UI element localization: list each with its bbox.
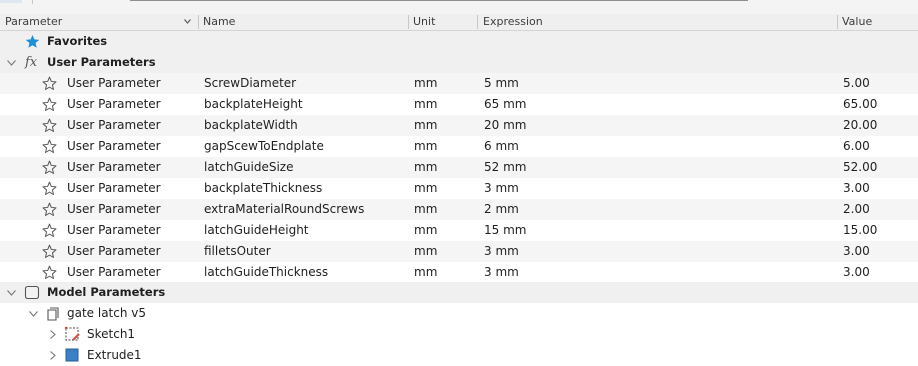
star-filled-icon bbox=[25, 34, 40, 48]
table-row[interactable]: User Parameter ScrewDiameter mm 5 mm 5.00 bbox=[0, 73, 918, 94]
chevron-right-icon[interactable] bbox=[50, 351, 56, 360]
parameter-type: User Parameter bbox=[67, 139, 161, 153]
table-row[interactable]: User Parameter backplateWidth mm 20 mm 20.00 bbox=[0, 115, 918, 136]
column-divider[interactable] bbox=[198, 15, 199, 29]
parameter-value: 65.00 bbox=[843, 97, 878, 111]
parameter-expression[interactable]: 15 mm bbox=[484, 220, 526, 241]
parameter-value: 52.00 bbox=[843, 160, 878, 174]
parameter-type: User Parameter bbox=[67, 223, 161, 237]
function-icon: fx bbox=[25, 55, 38, 70]
user-parameters-label: User Parameters bbox=[47, 55, 156, 69]
model-parameters-label: Model Parameters bbox=[47, 285, 166, 299]
parameter-value: 5.00 bbox=[843, 76, 870, 90]
chevron-down-icon[interactable] bbox=[7, 290, 16, 296]
parameter-type: User Parameter bbox=[67, 76, 161, 90]
table-header: Parameter Name Unit Expression Value bbox=[0, 14, 918, 31]
chevron-down-icon[interactable] bbox=[29, 311, 38, 317]
favorites-label: Favorites bbox=[47, 34, 108, 48]
extrude-row[interactable]: Extrude1 bbox=[0, 345, 918, 366]
sketch-icon bbox=[64, 326, 80, 341]
parameter-expression[interactable]: 65 mm bbox=[484, 94, 526, 115]
chevron-down-icon[interactable] bbox=[184, 19, 191, 24]
parameter-unit: mm bbox=[414, 223, 438, 237]
parameter-unit: mm bbox=[414, 265, 438, 279]
parameter-name: backplateHeight bbox=[204, 97, 303, 111]
scrollbar-track[interactable] bbox=[130, 0, 748, 1]
parameter-name: extraMaterialRoundScrews bbox=[204, 202, 365, 216]
column-divider[interactable] bbox=[837, 15, 838, 29]
user-parameters-section[interactable]: fx User Parameters bbox=[0, 52, 918, 73]
table-row[interactable]: User Parameter backplateThickness mm 3 mm 3.… bbox=[0, 178, 918, 199]
parameter-unit: mm bbox=[414, 160, 438, 174]
parameter-name: backplateWidth bbox=[204, 118, 298, 132]
table-row[interactable]: User Parameter backplateHeight mm 65 mm 65.0… bbox=[0, 94, 918, 115]
parameter-type: User Parameter bbox=[67, 265, 161, 279]
parameter-value: 3.00 bbox=[843, 265, 870, 279]
table-row[interactable]: User Parameter latchGuideSize mm 52 mm 52.00 bbox=[0, 157, 918, 178]
parameter-name: latchGuideSize bbox=[204, 160, 294, 174]
parameter-name: latchGuideThickness bbox=[204, 265, 329, 279]
parameter-expression[interactable]: 52 mm bbox=[484, 157, 526, 178]
parameter-type: User Parameter bbox=[67, 118, 161, 132]
parameter-type: User Parameter bbox=[67, 202, 161, 216]
parameter-expression[interactable]: 5 mm bbox=[484, 73, 519, 94]
parameter-name: filletsOuter bbox=[204, 244, 271, 258]
component-icon bbox=[47, 307, 59, 321]
parameter-type: User Parameter bbox=[67, 181, 161, 195]
parameter-expression[interactable]: 20 mm bbox=[484, 115, 526, 136]
column-header-expression[interactable]: Expression bbox=[483, 14, 543, 30]
parameter-name: ScrewDiameter bbox=[204, 76, 297, 90]
column-header-name[interactable]: Name bbox=[203, 14, 235, 30]
sketch-row[interactable]: Sketch1 bbox=[0, 324, 918, 345]
parameter-unit: mm bbox=[414, 97, 438, 111]
parameter-unit: mm bbox=[414, 181, 438, 195]
model-parameters-section[interactable]: Model Parameters bbox=[0, 282, 918, 303]
extrude-icon bbox=[65, 348, 79, 362]
parameter-unit: mm bbox=[414, 202, 438, 216]
favorites-section[interactable]: Favorites bbox=[0, 31, 918, 52]
parameter-name: gapScewToEndplate bbox=[204, 139, 324, 153]
parameter-expression[interactable]: 3 mm bbox=[484, 241, 519, 262]
parameter-unit: mm bbox=[414, 118, 438, 132]
parameter-value: 15.00 bbox=[843, 223, 878, 237]
parameter-value: 6.00 bbox=[843, 139, 870, 153]
parameter-name: latchGuideHeight bbox=[204, 223, 309, 237]
parameter-expression[interactable]: 3 mm bbox=[484, 262, 519, 283]
parameter-unit: mm bbox=[414, 139, 438, 153]
extrude-label: Extrude1 bbox=[87, 348, 142, 362]
table-row[interactable]: User Parameter extraMaterialRoundScrews mm… bbox=[0, 199, 918, 220]
parameter-unit: mm bbox=[414, 244, 438, 258]
sketch-label: Sketch1 bbox=[87, 327, 136, 341]
parameter-type: User Parameter bbox=[67, 97, 161, 111]
divider bbox=[32, 0, 33, 4]
column-divider[interactable] bbox=[477, 15, 478, 29]
table-row[interactable]: User Parameter filletsOuter mm 3 mm 3.00 bbox=[0, 241, 918, 262]
parameter-type: User Parameter bbox=[67, 244, 161, 258]
parameter-type: User Parameter bbox=[67, 160, 161, 174]
parameter-name: backplateThickness bbox=[204, 181, 323, 195]
table-row[interactable]: User Parameter latchGuideThickness mm 3 mm 3… bbox=[0, 262, 918, 283]
column-divider[interactable] bbox=[408, 15, 409, 29]
parameter-value: 3.00 bbox=[843, 181, 870, 195]
column-header-parameter[interactable]: Parameter bbox=[5, 14, 62, 30]
component-label: gate latch v5 bbox=[67, 306, 147, 320]
parameter-value: 3.00 bbox=[843, 244, 870, 258]
parameter-value: 2.00 bbox=[843, 202, 870, 216]
model-icon bbox=[24, 285, 40, 300]
parameter-unit: mm bbox=[414, 76, 438, 90]
parameter-expression[interactable]: 3 mm bbox=[484, 178, 519, 199]
top-strip bbox=[0, 0, 918, 14]
tab-indicator bbox=[0, 0, 22, 3]
column-header-value[interactable]: Value bbox=[842, 14, 872, 30]
chevron-right-icon[interactable] bbox=[50, 330, 56, 339]
parameter-expression[interactable]: 6 mm bbox=[484, 136, 519, 157]
parameter-expression[interactable]: 2 mm bbox=[484, 199, 519, 220]
parameter-value: 20.00 bbox=[843, 118, 878, 132]
column-header-unit[interactable]: Unit bbox=[413, 14, 435, 30]
chevron-down-icon[interactable] bbox=[7, 60, 16, 66]
table-row[interactable]: User Parameter gapScewToEndplate mm 6 mm 6.0… bbox=[0, 136, 918, 157]
table-row[interactable]: User Parameter latchGuideHeight mm 15 mm 15.… bbox=[0, 220, 918, 241]
component-row[interactable]: gate latch v5 bbox=[0, 303, 918, 324]
